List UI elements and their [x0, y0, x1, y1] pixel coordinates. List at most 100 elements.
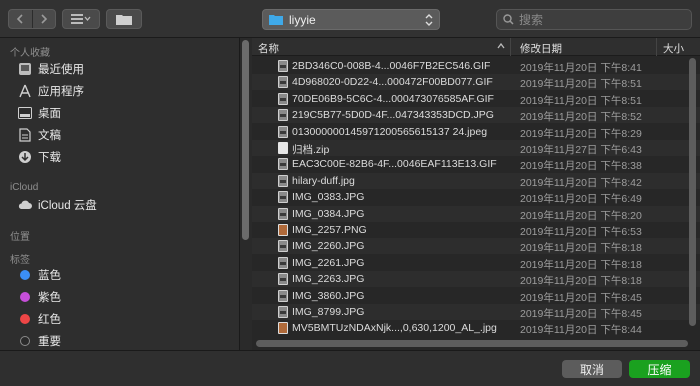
path-label: liyyie	[289, 12, 316, 27]
file-name: IMG_0384.JPG	[292, 207, 365, 220]
file-name: 归档.zip	[292, 144, 330, 156]
file-name: 70DE06B9-5C6C-4...000473076585AF.GIF	[292, 92, 494, 105]
desktop-icon	[18, 106, 32, 120]
chevron-right-icon	[41, 14, 47, 24]
file-name: 219C5B77-5D0D-4F...047343353DCD.JPG	[292, 109, 494, 122]
sidebar-tag-important[interactable]: 重要	[18, 332, 61, 350]
cloud-icon	[18, 198, 32, 212]
image-file-icon	[278, 207, 288, 220]
file-row[interactable]: IMG_2257.PNG 2019年11月20日 下午6:53	[252, 222, 700, 238]
file-list-vertical-scrollbar[interactable]	[689, 58, 696, 326]
search-input[interactable]	[519, 12, 679, 27]
file-row[interactable]: 4D968020-0D22-4...000472F00BD077.GIF 2019…	[252, 74, 700, 91]
sidebar-item-desktop[interactable]: 桌面	[18, 104, 61, 122]
path-popup[interactable]: liyyie	[262, 9, 440, 30]
file-row[interactable]: 归档.zip 2019年11月27日 下午6:43	[252, 140, 700, 156]
new-folder-icon	[116, 15, 132, 25]
sidebar-scrollbar[interactable]	[242, 40, 249, 240]
sidebar-item-label: iCloud 云盘	[38, 200, 97, 212]
file-date: 2019年11月20日 下午8:45	[520, 291, 642, 304]
blue-tag-dot-icon	[20, 270, 30, 280]
file-name: 4D968020-0D22-4...000472F00BD077.GIF	[292, 76, 493, 89]
image-file-icon	[278, 240, 288, 253]
search-field[interactable]	[496, 9, 692, 30]
compress-button[interactable]: 压缩	[629, 360, 690, 378]
view-options-button[interactable]	[62, 9, 100, 29]
file-date: 2019年11月20日 下午8:18	[520, 258, 642, 271]
image-file-icon	[278, 109, 288, 122]
file-row[interactable]: IMG_0383.JPG 2019年11月20日 下午6:49	[252, 189, 700, 205]
column-divider[interactable]	[510, 38, 511, 56]
sidebar-item-label: 桌面	[38, 108, 61, 120]
file-row[interactable]: 70DE06B9-5C6C-4...000473076585AF.GIF 2019…	[252, 91, 700, 107]
column-date-header[interactable]: 修改日期	[520, 41, 562, 56]
file-row[interactable]: EAC3C00E-82B6-4F...0046EAF113E13.GIF 2019…	[252, 156, 700, 172]
image-file-icon	[278, 224, 288, 236]
sidebar-item-applications[interactable]: 应用程序	[18, 82, 84, 100]
file-date: 2019年11月20日 下午8:29	[520, 127, 642, 140]
file-name: MV5BMTUzNDAxNjk...,0,630,1200_AL_.jpg	[292, 322, 497, 335]
sidebar-item-label: 下载	[38, 152, 61, 164]
sidebar-tag-purple[interactable]: 紫色	[18, 288, 61, 306]
file-row[interactable]: IMG_2261.JPG 2019年11月20日 下午8:18	[252, 255, 700, 271]
file-date: 2019年11月27日 下午6:43	[520, 144, 642, 156]
image-file-icon	[278, 306, 288, 318]
file-row[interactable]: 219C5B77-5D0D-4F...047343353DCD.JPG 2019年…	[252, 107, 700, 124]
file-list-horizontal-scrollbar[interactable]	[256, 340, 688, 347]
sidebar-item-label: 文稿	[38, 130, 61, 142]
new-folder-button[interactable]	[106, 9, 142, 29]
file-date: 2019年11月20日 下午8:51	[520, 78, 642, 91]
zip-file-icon	[278, 142, 288, 154]
sidebar-item-documents[interactable]: 文稿	[18, 126, 61, 144]
sidebar-item-label: 重要	[38, 336, 61, 348]
file-date: 2019年11月20日 下午6:49	[520, 193, 642, 206]
file-row[interactable]: IMG_8799.JPG 2019年11月20日 下午8:45	[252, 304, 700, 320]
column-size-header[interactable]: 大小	[663, 41, 684, 56]
file-name: 2BD346C0-008B-4...0046F7B2EC546.GIF	[292, 60, 491, 72]
sidebar-tag-red[interactable]: 红色	[18, 310, 61, 328]
file-row[interactable]: IMG_2260.JPG 2019年11月20日 下午8:18	[252, 238, 700, 255]
sidebar-item-downloads[interactable]: 下载	[18, 148, 61, 166]
column-name-header[interactable]: 名称	[258, 41, 279, 56]
file-name: EAC3C00E-82B6-4F...0046EAF113E13.GIF	[292, 158, 497, 171]
sidebar-tag-blue[interactable]: 蓝色	[18, 266, 61, 284]
icloud-section-title: iCloud	[10, 182, 39, 193]
file-date: 2019年11月20日 下午8:44	[520, 324, 642, 337]
sidebar-item-label: 最近使用	[38, 64, 84, 76]
cancel-button[interactable]: 取消	[562, 360, 622, 378]
file-name: IMG_8799.JPG	[292, 306, 365, 318]
sidebar: 个人收藏 最近使用 应用程序 桌面 文稿 下载 iCloud iCloud 云盘…	[0, 38, 240, 350]
sidebar-item-icloud-drive[interactable]: iCloud 云盘	[18, 196, 97, 214]
file-row[interactable]: hilary-duff.jpg 2019年11月20日 下午8:42	[252, 172, 700, 189]
chevron-left-icon	[17, 14, 23, 24]
file-row[interactable]: IMG_3860.JPG 2019年11月20日 下午8:45	[252, 288, 700, 304]
sidebar-item-recents[interactable]: 最近使用	[18, 60, 84, 78]
file-name: IMG_2257.PNG	[292, 224, 367, 236]
file-date: 2019年11月20日 下午8:18	[520, 242, 642, 255]
column-header: 名称 修改日期 大小	[252, 38, 700, 56]
file-name: 013000000145971200565615137 24.jpeg	[292, 125, 488, 138]
image-file-icon	[278, 92, 288, 105]
image-file-icon	[278, 322, 288, 335]
forward-button[interactable]	[33, 10, 56, 28]
file-date: 2019年11月20日 下午8:42	[520, 176, 642, 189]
sidebar-item-label: 红色	[38, 314, 61, 326]
file-row[interactable]: 2BD346C0-008B-4...0046F7B2EC546.GIF 2019年…	[252, 58, 700, 74]
applications-icon	[18, 84, 32, 98]
sidebar-item-label: 蓝色	[38, 270, 61, 282]
file-name: IMG_2260.JPG	[292, 240, 365, 253]
back-button[interactable]	[9, 10, 33, 28]
file-row[interactable]: 013000000145971200565615137 24.jpeg 2019年…	[252, 124, 700, 140]
file-date: 2019年11月20日 下午8:41	[520, 62, 642, 74]
image-file-icon	[278, 256, 288, 269]
list-view-icon	[71, 14, 91, 24]
file-row[interactable]: IMG_2263.JPG 2019年11月20日 下午8:18	[252, 271, 700, 288]
file-name: hilary-duff.jpg	[292, 174, 355, 187]
search-icon	[503, 14, 514, 25]
column-divider[interactable]	[656, 38, 657, 56]
file-row[interactable]: MV5BMTUzNDAxNjk...,0,630,1200_AL_.jpg 201…	[252, 320, 700, 336]
file-row[interactable]: IMG_0384.JPG 2019年11月20日 下午8:20	[252, 205, 700, 222]
locations-section-title: 位置	[10, 232, 30, 243]
tags-section-title: 标签	[10, 255, 30, 266]
file-date: 2019年11月20日 下午6:53	[520, 226, 642, 238]
